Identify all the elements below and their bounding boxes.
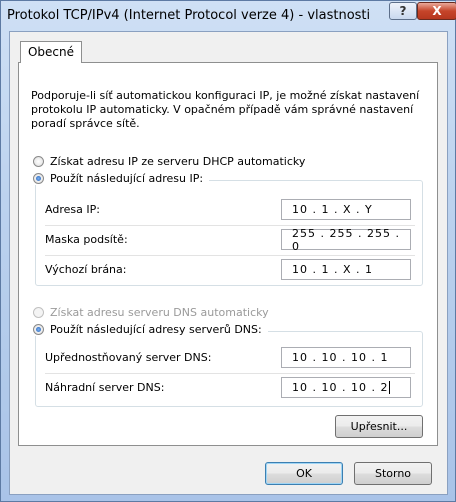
ip-address-label: Adresa IP: bbox=[45, 203, 100, 216]
text-cursor bbox=[389, 381, 391, 394]
divider bbox=[45, 255, 415, 256]
radio-button-dns-manual[interactable] bbox=[33, 324, 44, 335]
tab-panel-general: Podporuje-li síť automatickou konfigurac… bbox=[18, 62, 438, 446]
subnet-mask-value: 255 . 255 . 255 . 0 bbox=[292, 226, 400, 253]
preferred-dns-value: 10 . 10 . 10 . 1 bbox=[292, 351, 389, 364]
radio-ip-manual[interactable]: Použít následující adresu IP: bbox=[33, 172, 210, 185]
radio-dns-manual-label: Použít následující adresy serverů DNS: bbox=[50, 323, 262, 336]
radio-button-ip-manual[interactable] bbox=[33, 173, 44, 184]
radio-ip-manual-label: Použít následující adresu IP: bbox=[50, 172, 204, 185]
ip-address-row: Adresa IP: 10 . 1 . X . Y bbox=[37, 199, 411, 221]
default-gateway-row: Výchozí brána: 10 . 1 . X . 1 bbox=[37, 259, 411, 281]
subnet-mask-label: Maska podsítě: bbox=[45, 233, 128, 246]
subnet-mask-row: Maska podsítě: 255 . 255 . 255 . 0 bbox=[37, 226, 411, 253]
default-gateway-label: Výchozí brána: bbox=[45, 263, 127, 276]
radio-button-ip-auto[interactable] bbox=[33, 156, 44, 167]
alternate-dns-value: 10 . 10 . 10 . 2 bbox=[292, 381, 389, 394]
default-gateway-field[interactable]: 10 . 1 . X . 1 bbox=[281, 259, 411, 280]
alternate-dns-label: Náhradní server DNS: bbox=[45, 381, 165, 394]
radio-ip-auto-label: Získat adresu IP ze serveru DHCP automat… bbox=[50, 155, 306, 168]
preferred-dns-label: Upřednostňovaný server DNS: bbox=[45, 351, 212, 364]
help-button[interactable]: ? bbox=[389, 2, 417, 20]
dialog-client-area: Obecné Podporuje-li síť automatickou kon… bbox=[9, 31, 448, 495]
ip-address-value: 10 . 1 . X . Y bbox=[292, 203, 373, 216]
ip-address-field[interactable]: 10 . 1 . X . Y bbox=[281, 199, 411, 220]
radio-dns-auto-label: Získat adresu serveru DNS automaticky bbox=[50, 306, 269, 319]
preferred-dns-row: Upřednostňovaný server DNS: 10 . 10 . 10… bbox=[37, 347, 411, 369]
properties-window: Protokol TCP/IPv4 (Internet Protocol ver… bbox=[0, 0, 456, 502]
subnet-mask-field[interactable]: 255 . 255 . 255 . 0 bbox=[281, 226, 411, 253]
radio-dns-manual[interactable]: Použít následující adresy serverů DNS: bbox=[33, 323, 268, 336]
radio-dns-auto[interactable]: Získat adresu serveru DNS automaticky bbox=[33, 306, 269, 319]
window-title: Protokol TCP/IPv4 (Internet Protocol ver… bbox=[7, 8, 371, 23]
alternate-dns-row: Náhradní server DNS: 10 . 10 . 10 . 2 bbox=[37, 377, 411, 399]
description-text: Podporuje-li síť automatickou konfigurac… bbox=[31, 89, 420, 130]
ok-button[interactable]: OK bbox=[265, 462, 343, 485]
preferred-dns-field[interactable]: 10 . 10 . 10 . 1 bbox=[281, 347, 411, 368]
title-bar[interactable]: Protokol TCP/IPv4 (Internet Protocol ver… bbox=[1, 1, 456, 31]
advanced-button[interactable]: Upřesnit... bbox=[335, 415, 423, 438]
radio-ip-auto[interactable]: Získat adresu IP ze serveru DHCP automat… bbox=[33, 155, 305, 168]
tab-general[interactable]: Obecné bbox=[20, 41, 82, 63]
divider bbox=[45, 373, 415, 374]
cancel-button[interactable]: Storno bbox=[354, 462, 432, 485]
default-gateway-value: 10 . 1 . X . 1 bbox=[292, 263, 373, 276]
radio-button-dns-auto[interactable] bbox=[33, 307, 44, 318]
alternate-dns-field[interactable]: 10 . 10 . 10 . 2 bbox=[281, 377, 411, 398]
close-button[interactable]: X bbox=[417, 2, 456, 20]
